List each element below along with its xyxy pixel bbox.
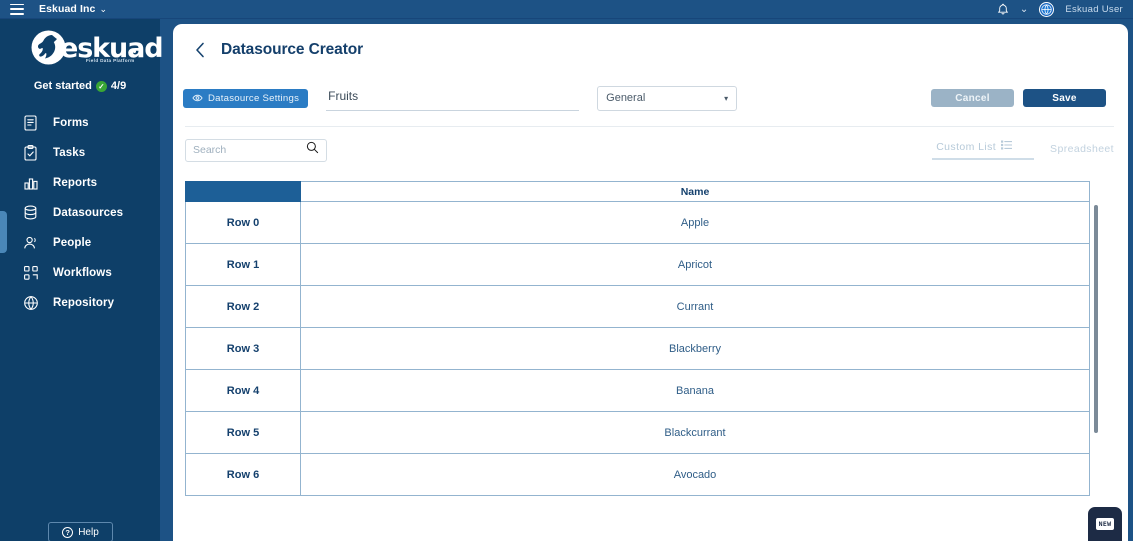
top-bar-right: ⌄ Eskuad User xyxy=(997,2,1133,17)
tab-custom-list[interactable]: Custom List xyxy=(932,140,1034,160)
eye-icon xyxy=(192,94,203,103)
get-started-progress[interactable]: Get started ✓ 4/9 xyxy=(0,80,160,92)
sidebar-nav: Forms Tasks Reports xyxy=(0,108,160,318)
chevron-down-icon: ▾ xyxy=(724,94,728,103)
datasource-table: Name Row 0 Apple Row 1 Apricot Row 2 Cur… xyxy=(185,181,1090,496)
logo-dot xyxy=(133,50,136,53)
view-mode-tabs: Custom List Spreadsheet xyxy=(932,140,1114,160)
sidebar-item-workflows[interactable]: Workflows xyxy=(0,258,160,288)
get-started-count: 4/9 xyxy=(111,80,126,92)
page-header: Datasource Creator xyxy=(173,24,1128,76)
new-badge: NEW xyxy=(1096,518,1115,530)
help-label: Help xyxy=(78,527,99,538)
repository-icon xyxy=(22,295,39,312)
table-row[interactable]: Row 1 Apricot xyxy=(186,244,1090,286)
table-row[interactable]: Row 5 Blackcurrant xyxy=(186,412,1090,454)
hamburger-menu-icon[interactable] xyxy=(10,4,24,15)
sidebar-item-repository[interactable]: Repository xyxy=(0,288,160,318)
row-name[interactable]: Apricot xyxy=(301,244,1090,286)
datasource-type-select[interactable]: General ▾ xyxy=(597,86,737,111)
list-icon xyxy=(1001,140,1012,153)
sidebar: eskuad Field Data Platform Get started ✓… xyxy=(0,19,160,541)
row-index: Row 1 xyxy=(186,244,301,286)
sidebar-item-forms[interactable]: Forms xyxy=(0,108,160,138)
action-buttons: Cancel Save xyxy=(931,89,1120,107)
tab-spreadsheet[interactable]: Spreadsheet xyxy=(1050,143,1114,160)
sidebar-item-datasources[interactable]: Datasources xyxy=(0,198,160,228)
logo-tagline: Field Data Platform xyxy=(86,58,135,63)
people-icon xyxy=(22,235,39,252)
datasource-settings-button[interactable]: Datasource Settings xyxy=(183,89,308,108)
settings-toolbar: Datasource Settings General ▾ Cancel Sav… xyxy=(173,76,1128,120)
search-input[interactable] xyxy=(193,144,306,156)
row-name[interactable]: Currant xyxy=(301,286,1090,328)
list-toolbar: Custom List Spreadsheet xyxy=(173,127,1128,173)
table-row[interactable]: Row 6 Avocado xyxy=(186,454,1090,496)
sidebar-item-label: Repository xyxy=(53,297,114,309)
datasource-type-value: General xyxy=(606,92,645,104)
chevron-down-icon[interactable]: ⌄ xyxy=(99,4,107,15)
user-chevron-down-icon[interactable]: ⌄ xyxy=(1020,4,1028,15)
sidebar-item-label: People xyxy=(53,237,91,249)
datasources-icon xyxy=(22,205,39,222)
row-index: Row 2 xyxy=(186,286,301,328)
search-box[interactable] xyxy=(185,139,327,162)
row-name[interactable]: Blackberry xyxy=(301,328,1090,370)
sidebar-item-label: Forms xyxy=(53,117,89,129)
help-button[interactable]: ? Help xyxy=(48,522,113,541)
table-row[interactable]: Row 2 Currant xyxy=(186,286,1090,328)
org-name[interactable]: Eskuad Inc xyxy=(39,3,95,15)
main-content-card: Datasource Creator Datasource Settings G… xyxy=(173,24,1128,541)
row-index: Row 6 xyxy=(186,454,301,496)
sidebar-item-tasks[interactable]: Tasks xyxy=(0,138,160,168)
table-row[interactable]: Row 0 Apple xyxy=(186,202,1090,244)
top-bar: Eskuad Inc ⌄ ⌄ Eskuad User xyxy=(0,0,1133,19)
avatar[interactable] xyxy=(1039,2,1054,17)
table-row[interactable]: Row 3 Blackberry xyxy=(186,328,1090,370)
row-name[interactable]: Blackcurrant xyxy=(301,412,1090,454)
sidebar-item-label: Datasources xyxy=(53,207,123,219)
workflows-icon xyxy=(22,265,39,282)
check-circle-icon: ✓ xyxy=(96,81,107,92)
datasource-name-input[interactable] xyxy=(326,85,579,111)
search-icon[interactable] xyxy=(306,141,319,159)
sidebar-item-people[interactable]: People xyxy=(0,228,160,258)
get-started-label: Get started xyxy=(34,80,92,92)
cancel-button[interactable]: Cancel xyxy=(931,89,1014,107)
chevron-left-icon[interactable] xyxy=(189,39,211,61)
app-root: Eskuad Inc ⌄ ⌄ Eskuad User xyxy=(0,0,1133,541)
sidebar-active-edge-indicator xyxy=(0,211,7,253)
row-name[interactable]: Apple xyxy=(301,202,1090,244)
table-header-index xyxy=(186,182,301,202)
row-name[interactable]: Avocado xyxy=(301,454,1090,496)
row-index: Row 3 xyxy=(186,328,301,370)
table-header-row: Name xyxy=(186,182,1090,202)
sidebar-item-reports[interactable]: Reports xyxy=(0,168,160,198)
forms-icon xyxy=(22,115,39,132)
datasource-settings-label: Datasource Settings xyxy=(208,93,299,104)
tab-custom-list-label: Custom List xyxy=(936,141,996,153)
table-row[interactable]: Row 4 Banana xyxy=(186,370,1090,412)
table-body: Row 0 Apple Row 1 Apricot Row 2 Currant … xyxy=(186,202,1090,496)
sidebar-item-label: Tasks xyxy=(53,147,85,159)
new-feature-widget[interactable]: NEW xyxy=(1088,507,1122,541)
notification-bell-icon[interactable] xyxy=(997,3,1009,16)
save-button[interactable]: Save xyxy=(1023,89,1106,107)
row-index: Row 4 xyxy=(186,370,301,412)
sidebar-item-label: Workflows xyxy=(53,267,112,279)
table-header-name: Name xyxy=(301,182,1090,202)
vertical-scrollbar-thumb[interactable] xyxy=(1094,205,1098,433)
tasks-icon xyxy=(22,145,39,162)
row-index: Row 0 xyxy=(186,202,301,244)
user-name[interactable]: Eskuad User xyxy=(1065,4,1123,15)
reports-icon xyxy=(22,175,39,192)
page-title: Datasource Creator xyxy=(221,41,363,59)
sidebar-item-label: Reports xyxy=(53,177,97,189)
row-index: Row 5 xyxy=(186,412,301,454)
question-mark-icon: ? xyxy=(62,527,73,538)
datasource-table-wrapper: Name Row 0 Apple Row 1 Apricot Row 2 Cur… xyxy=(185,181,1102,541)
row-name[interactable]: Banana xyxy=(301,370,1090,412)
logo: eskuad Field Data Platform xyxy=(0,28,160,70)
